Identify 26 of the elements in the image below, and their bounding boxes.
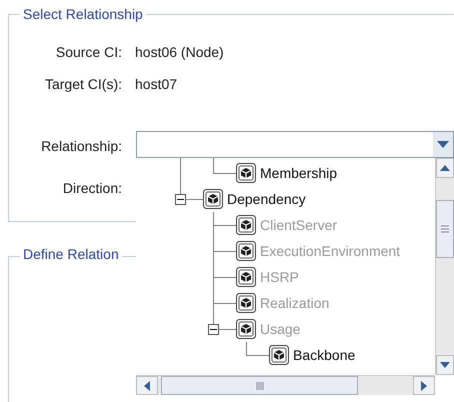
scroll-left-icon[interactable] bbox=[136, 376, 158, 395]
cube-icon bbox=[236, 241, 256, 261]
vertical-scrollbar[interactable] bbox=[435, 158, 454, 375]
relationship-dropdown[interactable] bbox=[136, 131, 454, 158]
scroll-thumb[interactable] bbox=[161, 376, 358, 395]
field-label: Target CI(s): bbox=[44, 75, 122, 94]
field-value: host07 bbox=[135, 75, 178, 94]
collapse-icon[interactable] bbox=[175, 194, 186, 205]
tree-item[interactable]: Dependency bbox=[227, 189, 306, 209]
cube-icon bbox=[236, 163, 256, 183]
cube-icon bbox=[236, 215, 256, 235]
field-label: Direction: bbox=[62, 179, 122, 198]
scroll-up-icon[interactable] bbox=[436, 158, 454, 178]
cube-icon bbox=[236, 293, 256, 313]
cube-icon bbox=[236, 319, 256, 339]
field-label: Source CI: bbox=[56, 43, 122, 62]
cube-icon bbox=[236, 267, 256, 287]
tree-item[interactable]: Membership bbox=[260, 163, 338, 183]
cube-icon bbox=[269, 345, 289, 365]
field-label: Relationship: bbox=[41, 137, 122, 156]
scroll-right-icon[interactable] bbox=[413, 376, 435, 395]
field-value: host06 (Node) bbox=[135, 43, 224, 62]
scroll-down-icon[interactable] bbox=[436, 355, 454, 375]
scroll-thumb[interactable] bbox=[436, 200, 454, 258]
horizontal-scrollbar[interactable] bbox=[136, 375, 435, 395]
cube-icon bbox=[203, 189, 223, 209]
